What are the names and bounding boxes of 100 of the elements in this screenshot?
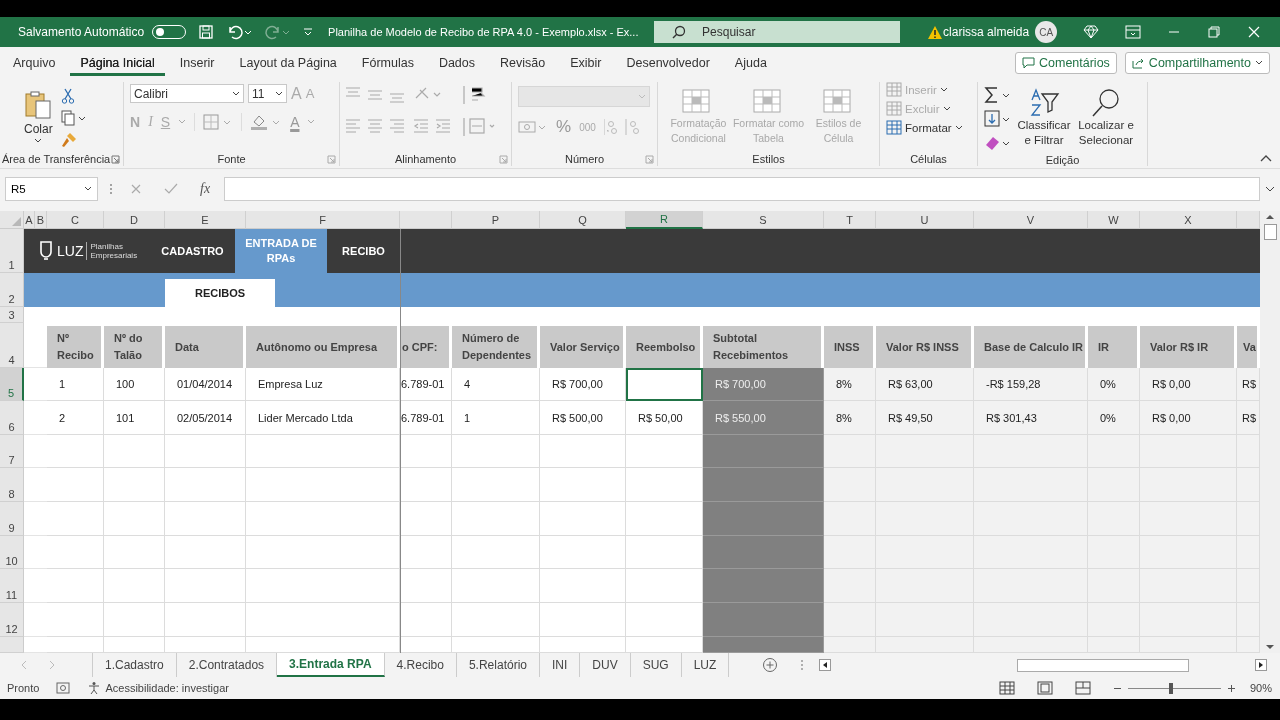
table-cell[interactable]: 8% [824,368,876,401]
table-cell[interactable] [703,637,824,653]
row-header[interactable] [0,637,24,653]
dialog-launcher-icon[interactable] [111,155,120,164]
menu-tab[interactable]: Fórmulas [351,49,424,76]
table-cell[interactable]: R$ [1237,401,1260,435]
user-name[interactable]: clarissa almeida [943,25,1030,39]
eraser-icon[interactable] [984,134,1012,152]
nav-tab[interactable]: CADASTRO [150,229,235,273]
table-cell[interactable]: 02/05/2014 [165,401,246,435]
table-cell[interactable]: R$ 63,00 [876,368,974,401]
row-header[interactable]: 5 [0,368,24,401]
row-header[interactable]: 8 [0,468,24,502]
page-layout-icon[interactable] [1036,681,1053,695]
sub-tab[interactable]: RECIBOS [165,279,275,307]
page-break-icon[interactable] [1074,681,1091,695]
number-format-field[interactable] [518,86,650,107]
menu-tab[interactable]: Página Inicial [70,49,165,76]
ribbon-display-icon[interactable] [1125,25,1142,39]
row-header[interactable]: 11 [0,569,24,603]
table-cell[interactable]: R$ 700,00 [703,368,824,401]
scrollbar-thumb[interactable] [1263,224,1277,240]
menu-tab[interactable]: Inserir [169,49,225,76]
cancel-icon[interactable] [130,183,142,195]
table-cell[interactable]: Empresa Luz [246,368,400,401]
caret-icon[interactable] [178,119,187,125]
cells-button[interactable]: Formatar [886,120,971,135]
table-cell[interactable]: R$ 0,00 [1140,368,1237,401]
search-field[interactable]: Pesquisar [654,21,901,43]
column-header[interactable]: R [626,211,703,229]
fill-icon[interactable] [984,110,1012,128]
table-cell[interactable]: 01/04/2014 [165,368,246,401]
add-sheet-icon[interactable] [762,657,779,673]
font-name-field[interactable]: Calibri [130,84,244,103]
table-cell[interactable]: 0% [1088,368,1140,401]
redo-icon[interactable] [264,24,291,40]
menu-tab[interactable]: Desenvolvedor [616,49,720,76]
table-cell[interactable] [703,502,824,536]
table-cell[interactable]: 1 [47,368,104,401]
formula-input[interactable] [224,177,1260,201]
table-cell[interactable]: 100 [104,368,165,401]
table-cell[interactable]: R$ 301,43 [974,401,1088,435]
sum-icon[interactable] [984,86,1012,104]
table-cell[interactable]: -R$ 159,28 [974,368,1088,401]
enter-icon[interactable] [164,183,178,195]
splitter-icon[interactable] [800,659,805,671]
accessibility-status[interactable]: Acessibilidade: investigar [105,682,229,694]
row-header[interactable]: 4 [0,323,24,368]
sheet-tab[interactable]: 3.Entrada RPA [277,653,385,677]
accessibility-icon[interactable] [87,681,102,695]
table-cell[interactable] [703,435,824,468]
menu-tab[interactable]: Arquivo [3,49,66,76]
table-cell[interactable]: R$ [1237,368,1260,401]
collapse-ribbon-icon[interactable] [1260,154,1272,162]
restore-icon[interactable] [1207,25,1222,39]
currency-icon[interactable] [518,119,548,135]
font-size-field[interactable]: 11 [248,84,287,103]
normal-view-icon[interactable] [998,681,1015,695]
dialog-launcher-icon[interactable] [499,155,508,164]
menu-tab[interactable]: Ajuda [724,49,777,76]
find-select-button[interactable]: Localizar e Selecionar [1076,88,1136,148]
row-header[interactable]: 2 [0,273,24,307]
comments-button[interactable]: Comentários [1015,51,1117,74]
scroll-left-icon[interactable] [819,659,832,671]
table-cell[interactable]: 2 [47,401,104,435]
table-cell[interactable]: R$ 0,00 [1140,401,1237,435]
table-cell[interactable]: 6.789-01 [400,368,452,401]
row-header[interactable]: 7 [0,435,24,468]
splitter-icon[interactable] [109,182,113,196]
macro-record-icon[interactable] [56,682,71,694]
slider-thumb[interactable] [1168,682,1173,694]
alignment-icons-drawing[interactable] [346,116,496,138]
table-cell[interactable]: 0% [1088,401,1140,435]
expand-icon[interactable] [1265,186,1275,192]
table-cell[interactable]: 1 [452,401,540,435]
table-cell[interactable]: 8% [824,401,876,435]
row-header[interactable]: 10 [0,536,24,569]
table-cell[interactable]: R$ 550,00 [703,401,824,435]
scroll-up-icon[interactable] [1265,214,1275,220]
row-header[interactable]: 9 [0,502,24,536]
next-sheet-icon[interactable] [48,660,56,670]
scrollbar-thumb[interactable] [1017,658,1190,672]
menu-tab[interactable]: Dados [428,49,486,76]
table-cell[interactable]: R$ 700,00 [540,368,626,401]
scroll-down-icon[interactable] [1265,644,1275,650]
warning-icon[interactable] [927,24,944,40]
previous-sheet-icon[interactable] [20,660,28,670]
menu-tab[interactable]: Exibir [560,49,612,76]
row-header[interactable]: 1 [0,229,24,273]
table-cell[interactable] [703,536,824,569]
nav-tab[interactable]: RECIBO [327,229,400,273]
table-cell[interactable]: 4 [452,368,540,401]
menu-tab[interactable]: Layout da Página [229,49,347,76]
close-icon[interactable] [1247,25,1262,39]
zoom-in-icon[interactable] [1226,683,1236,693]
row-header[interactable]: 6 [0,401,24,435]
cut-icon[interactable] [60,88,75,104]
table-cell[interactable]: 6.789-01 [400,401,452,435]
dialog-launcher-icon[interactable] [645,155,654,164]
share-button[interactable]: Compartilhamento [1124,51,1270,74]
